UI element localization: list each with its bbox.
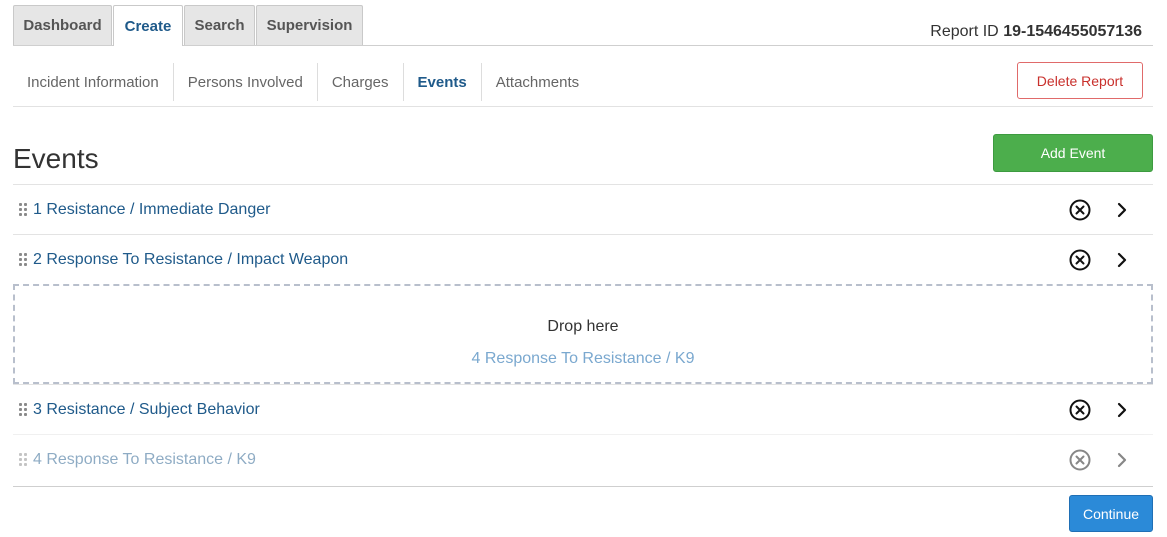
drop-here-text: Drop here xyxy=(547,318,619,335)
page-title: Events xyxy=(13,143,99,174)
tab-search[interactable]: Search xyxy=(184,5,255,45)
remove-circle-icon[interactable] xyxy=(1069,249,1091,271)
event-label[interactable]: 3 Resistance / Subject Behavior xyxy=(33,401,260,419)
delete-report-button[interactable]: Delete Report xyxy=(1017,62,1143,99)
subnav-persons-involved[interactable]: Persons Involved xyxy=(174,63,318,101)
chevron-right-icon[interactable] xyxy=(1112,400,1132,420)
list-bottom-divider xyxy=(13,486,1153,487)
report-id-value: 19-1546455057136 xyxy=(1003,23,1142,40)
drag-handle-icon[interactable] xyxy=(19,453,28,467)
drag-handle-icon[interactable] xyxy=(19,403,28,417)
event-label[interactable]: 4 Response To Resistance / K9 xyxy=(33,451,256,469)
events-list: 1 Resistance / Immediate Danger 2 Respon… xyxy=(13,184,1153,484)
subnav-events[interactable]: Events xyxy=(404,63,482,101)
event-row-dragging[interactable]: 4 Response To Resistance / K9 xyxy=(13,434,1153,484)
subnav-divider xyxy=(13,106,1153,107)
report-section-nav: Incident Information Persons Involved Ch… xyxy=(13,63,593,101)
tab-create[interactable]: Create xyxy=(113,5,183,46)
report-id: Report ID 19-1546455057136 xyxy=(930,23,1142,41)
chevron-right-icon[interactable] xyxy=(1112,450,1132,470)
remove-circle-icon[interactable] xyxy=(1069,199,1091,221)
tab-supervision[interactable]: Supervision xyxy=(256,5,363,45)
event-label[interactable]: 2 Response To Resistance / Impact Weapon xyxy=(33,251,348,269)
subnav-incident-information[interactable]: Incident Information xyxy=(13,63,174,101)
subnav-charges[interactable]: Charges xyxy=(318,63,404,101)
chevron-right-icon[interactable] xyxy=(1112,250,1132,270)
report-id-label: Report ID xyxy=(930,23,999,40)
event-row[interactable]: 3 Resistance / Subject Behavior xyxy=(13,384,1153,434)
chevron-right-icon[interactable] xyxy=(1112,200,1132,220)
remove-circle-icon[interactable] xyxy=(1069,449,1091,471)
add-event-button[interactable]: Add Event xyxy=(993,134,1153,172)
remove-circle-icon[interactable] xyxy=(1069,399,1091,421)
subnav-attachments[interactable]: Attachments xyxy=(482,63,593,101)
drag-handle-icon[interactable] xyxy=(19,203,28,217)
event-row[interactable]: 2 Response To Resistance / Impact Weapon xyxy=(13,234,1153,284)
drop-zone[interactable]: Drop here 4 Response To Resistance / K9 xyxy=(13,284,1153,384)
event-row[interactable]: 1 Resistance / Immediate Danger xyxy=(13,184,1153,234)
event-label[interactable]: 1 Resistance / Immediate Danger xyxy=(33,201,270,219)
drag-ghost-label: 4 Response To Resistance / K9 xyxy=(471,350,695,367)
tab-dashboard[interactable]: Dashboard xyxy=(13,5,112,45)
tabs-divider xyxy=(13,45,1153,46)
drag-handle-icon[interactable] xyxy=(19,253,28,267)
continue-button[interactable]: Continue xyxy=(1069,495,1153,532)
